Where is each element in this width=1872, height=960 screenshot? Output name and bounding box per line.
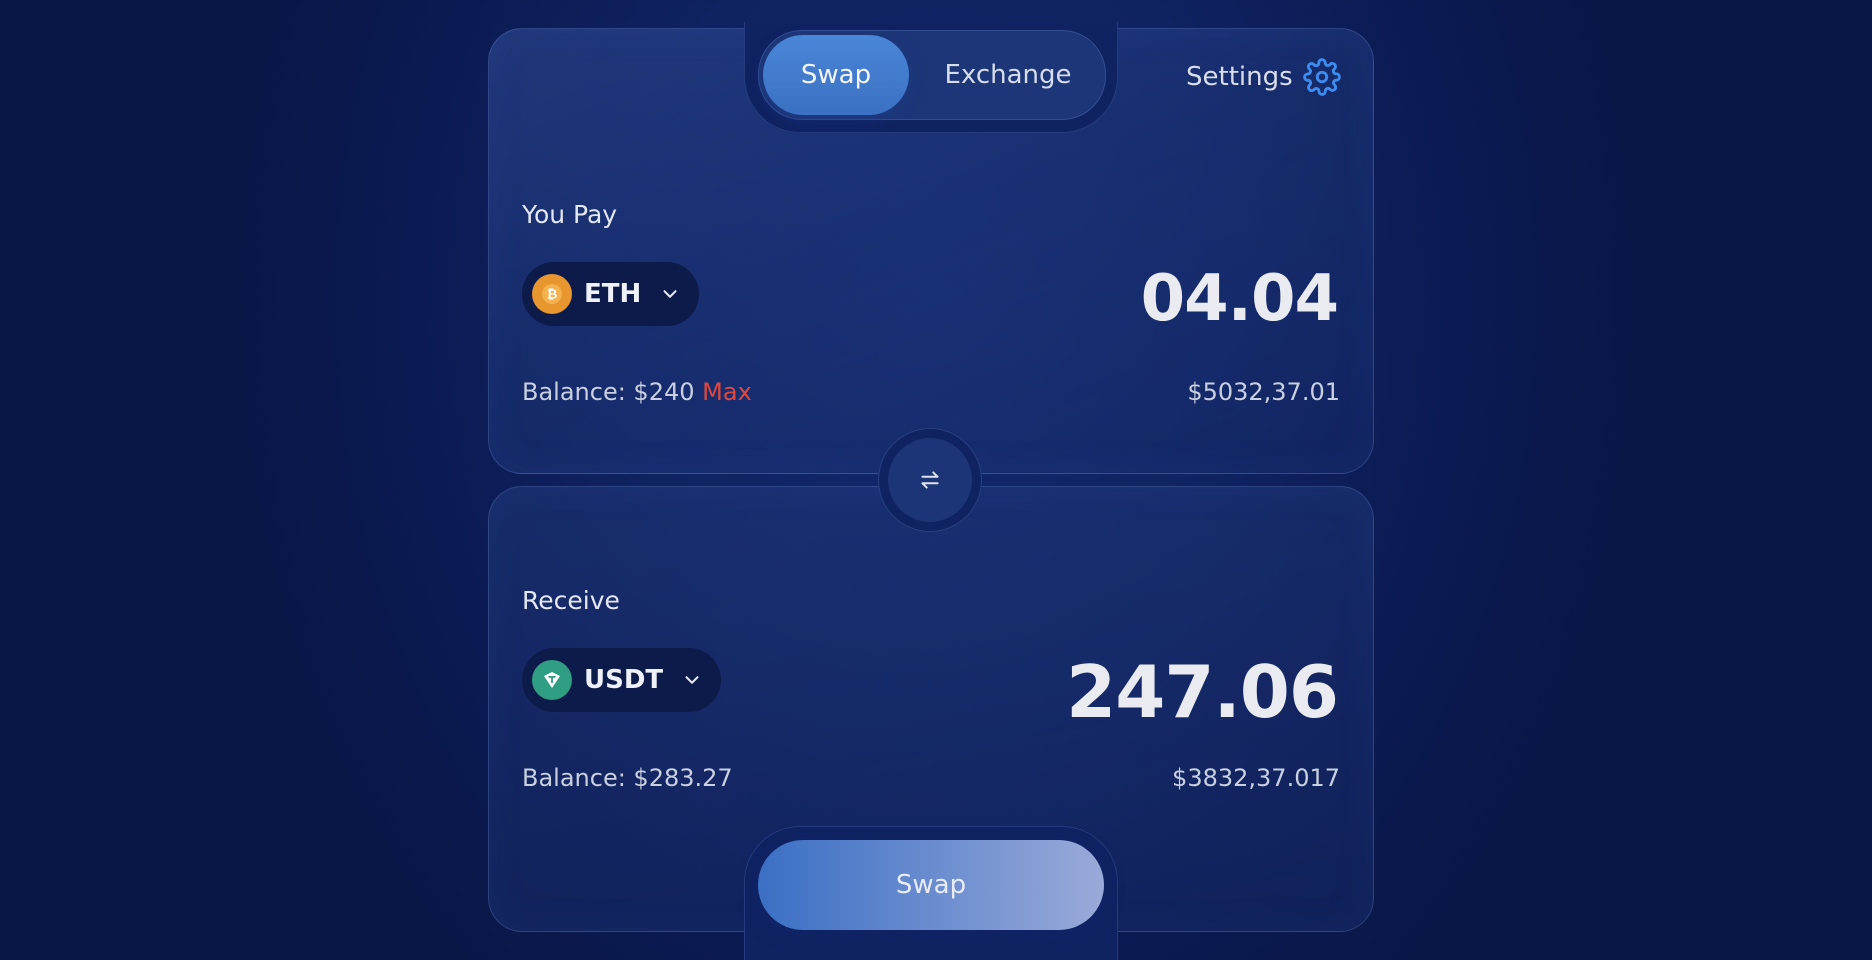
pay-token-name: ETH: [584, 279, 642, 309]
chevron-down-icon: [685, 676, 699, 684]
receive-token-name: USDT: [584, 665, 664, 695]
max-button[interactable]: Max: [702, 378, 752, 406]
tether-icon: [532, 660, 572, 700]
svg-text:₿: ₿: [547, 288, 558, 303]
swap-button[interactable]: Swap: [758, 840, 1104, 930]
swap-direction-wrap: [878, 428, 982, 532]
pay-balance-text: Balance: $240: [522, 378, 695, 406]
pay-amount[interactable]: 04.04: [1141, 262, 1339, 336]
pay-label: You Pay: [522, 200, 618, 229]
gear-icon: [1302, 58, 1341, 96]
chevron-down-icon: [663, 290, 677, 298]
pay-usd-value: $5032,37.01: [1187, 378, 1340, 406]
settings-label: Settings: [1186, 62, 1293, 92]
receive-token-selector[interactable]: USDT: [522, 648, 722, 712]
settings-button[interactable]: Settings: [1186, 58, 1341, 96]
receive-usd-value: $3832,37.017: [1172, 764, 1340, 792]
receive-amount[interactable]: 247.06: [1066, 650, 1339, 734]
bitcoin-icon: ₿: [532, 274, 572, 314]
swap-arrows-icon: [921, 471, 939, 489]
tab-exchange[interactable]: Exchange: [915, 35, 1101, 115]
receive-label: Receive: [522, 586, 620, 615]
tab-swap[interactable]: Swap: [763, 35, 909, 115]
receive-balance: Balance: $283.27: [522, 764, 733, 792]
tab-group: Swap Exchange: [758, 30, 1106, 120]
pay-balance: Balance: $240 Max: [522, 378, 752, 406]
pay-token-selector[interactable]: ₿ ETH: [522, 262, 700, 326]
swap-direction-button[interactable]: [888, 438, 972, 522]
